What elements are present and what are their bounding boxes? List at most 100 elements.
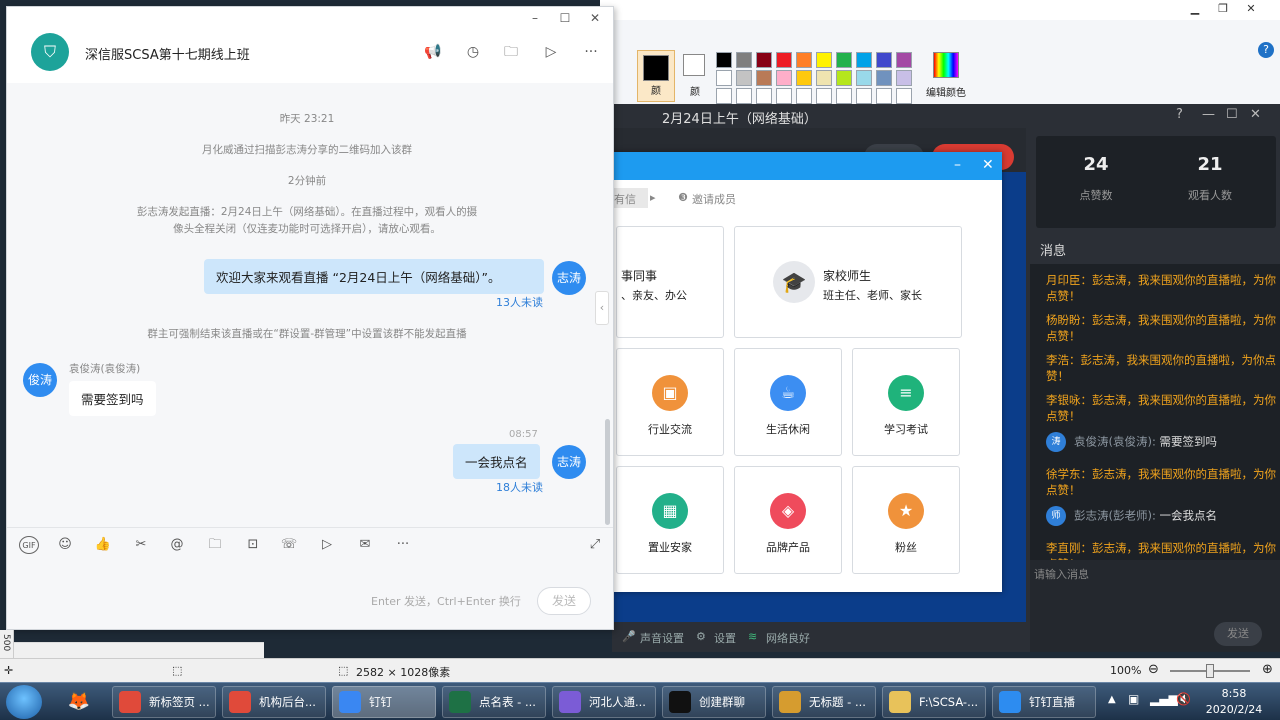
tray-expand-icon[interactable]: ▲: [1108, 694, 1116, 705]
group-name[interactable]: 深信服SCSA第十七期线上班: [85, 44, 250, 63]
palette-color[interactable]: [876, 70, 892, 86]
sender-avatar[interactable]: 俊涛: [23, 363, 57, 397]
palette-color[interactable]: [756, 88, 772, 104]
palette-color[interactable]: [856, 88, 872, 104]
tray-app-icon[interactable]: ▣: [1128, 692, 1139, 706]
gif-icon[interactable]: GIF: [19, 536, 39, 554]
live-message-input[interactable]: 请输入消息 发送: [1030, 560, 1280, 652]
palette-color[interactable]: [716, 70, 732, 86]
mail-icon[interactable]: ✉: [355, 536, 375, 554]
start-button[interactable]: [6, 685, 42, 719]
palette-color[interactable]: [896, 70, 912, 86]
palette-color[interactable]: [896, 88, 912, 104]
network-icon[interactable]: ▂▄▆: [1150, 692, 1178, 706]
phone-icon[interactable]: ☏: [279, 536, 299, 554]
palette-color[interactable]: [796, 52, 812, 68]
volume-icon[interactable]: 🔇: [1176, 692, 1191, 706]
folder-icon[interactable]: 🗀: [205, 536, 225, 554]
scissors-icon[interactable]: ✂: [131, 536, 151, 554]
chat-scrollbar[interactable]: [605, 419, 610, 525]
palette-color[interactable]: [856, 70, 872, 86]
category-tile[interactable]: ☕ 生活休闲: [734, 348, 842, 456]
expand-icon[interactable]: ⤢: [585, 536, 605, 554]
close-icon[interactable]: ✕: [1238, 0, 1264, 18]
my-avatar[interactable]: 志涛: [552, 445, 586, 479]
palette-color[interactable]: [896, 52, 912, 68]
palette-color[interactable]: [776, 52, 792, 68]
palette-color[interactable]: [876, 52, 892, 68]
taskbar-button[interactable]: 无标题 - ...: [772, 686, 876, 718]
palette-color[interactable]: [816, 70, 832, 86]
maximize-icon[interactable]: ☐: [555, 11, 575, 25]
help-icon[interactable]: ?: [1258, 42, 1274, 58]
my-message-bubble[interactable]: 欢迎大家来观看直播 “2月24日上午（网络基础）”。: [204, 259, 544, 294]
other-message-bubble[interactable]: 需要签到吗: [69, 381, 156, 416]
taskbar-button[interactable]: 河北人通...: [552, 686, 656, 718]
announcement-icon[interactable]: 📢: [423, 43, 443, 61]
maximize-icon[interactable]: ☐: [1226, 107, 1238, 122]
category-tile[interactable]: ≡ 学习考试: [852, 348, 960, 456]
taskbar-button[interactable]: 钉钉直播: [992, 686, 1096, 718]
my-message-bubble[interactable]: 一会我点名: [453, 444, 540, 479]
palette-color[interactable]: [816, 88, 832, 104]
palette-color[interactable]: [796, 88, 812, 104]
taskbar-button[interactable]: 钉钉: [332, 686, 436, 718]
minimize-icon[interactable]: ▁: [1182, 0, 1208, 18]
at-icon[interactable]: @: [167, 536, 187, 554]
taskbar-button[interactable]: 新标签页 ...: [112, 686, 216, 718]
live-icon[interactable]: ▷: [541, 43, 561, 61]
palette-color[interactable]: [836, 52, 852, 68]
live-icon[interactable]: ▷: [317, 536, 337, 554]
screenshot-icon[interactable]: ⊡: [243, 536, 263, 554]
settings-gear-icon[interactable]: ⚙: [696, 630, 706, 643]
group-avatar[interactable]: ⛉: [31, 33, 69, 71]
category-tile[interactable]: ▦ 置业安家: [616, 466, 724, 574]
chat-input[interactable]: Enter 发送，Ctrl+Enter 换行 发送: [7, 563, 613, 629]
minimize-icon[interactable]: —: [1202, 107, 1215, 122]
settings-link[interactable]: 设置: [714, 630, 736, 646]
taskbar-button[interactable]: 机构后台...: [222, 686, 326, 718]
minimize-icon[interactable]: –: [525, 11, 545, 25]
restore-icon[interactable]: ❐: [1210, 0, 1236, 18]
taskbar-button[interactable]: 点名表 - ...: [442, 686, 546, 718]
palette-color[interactable]: [836, 88, 852, 104]
firefox-icon[interactable]: 🦊: [58, 686, 100, 718]
palette-color[interactable]: [856, 52, 872, 68]
folder-icon[interactable]: 🗀: [501, 43, 521, 61]
more-icon[interactable]: ···: [393, 536, 413, 554]
thumbs-up-icon[interactable]: 👍: [93, 536, 113, 554]
minimize-icon[interactable]: –: [954, 157, 961, 173]
zoom-out-icon[interactable]: ⊖: [1148, 662, 1159, 677]
mic-icon[interactable]: 🎤: [622, 630, 636, 643]
palette-color[interactable]: [736, 88, 752, 104]
palette-color[interactable]: [756, 52, 772, 68]
palette-color[interactable]: [796, 70, 812, 86]
send-button[interactable]: 发送: [537, 587, 591, 615]
audio-settings-link[interactable]: 声音设置: [640, 630, 684, 646]
edit-colors-button[interactable]: 编辑颜色: [922, 50, 970, 102]
zoom-slider-thumb[interactable]: [1206, 664, 1214, 678]
category-tile[interactable]: ★ 粉丝: [852, 466, 960, 574]
close-icon[interactable]: ✕: [982, 157, 994, 173]
palette-color[interactable]: [716, 88, 732, 104]
palette-color[interactable]: [736, 52, 752, 68]
palette-color[interactable]: [716, 52, 732, 68]
palette-color[interactable]: [816, 52, 832, 68]
close-icon[interactable]: ✕: [1250, 107, 1261, 122]
palette-color[interactable]: [836, 70, 852, 86]
history-icon[interactable]: ◷: [463, 43, 483, 61]
clock[interactable]: 8:58 2020/2/24: [1198, 686, 1270, 718]
category-tile[interactable]: ▣ 行业交流: [616, 348, 724, 456]
category-tile[interactable]: ◈ 品牌产品: [734, 466, 842, 574]
close-icon[interactable]: ✕: [585, 11, 605, 25]
horizontal-scrollbar[interactable]: [14, 642, 264, 658]
unread-count[interactable]: 13人未读: [496, 294, 543, 310]
palette-color[interactable]: [776, 88, 792, 104]
tile-school[interactable]: 🎓 家校师生 班主任、老师、家长: [734, 226, 962, 338]
unread-count[interactable]: 18人未读: [496, 479, 543, 495]
palette-color[interactable]: [756, 70, 772, 86]
color2-selector[interactable]: 颜: [680, 50, 710, 102]
chevron-left-icon[interactable]: ‹: [595, 291, 609, 325]
zoom-in-icon[interactable]: ⊕: [1262, 662, 1273, 677]
palette-color[interactable]: [776, 70, 792, 86]
